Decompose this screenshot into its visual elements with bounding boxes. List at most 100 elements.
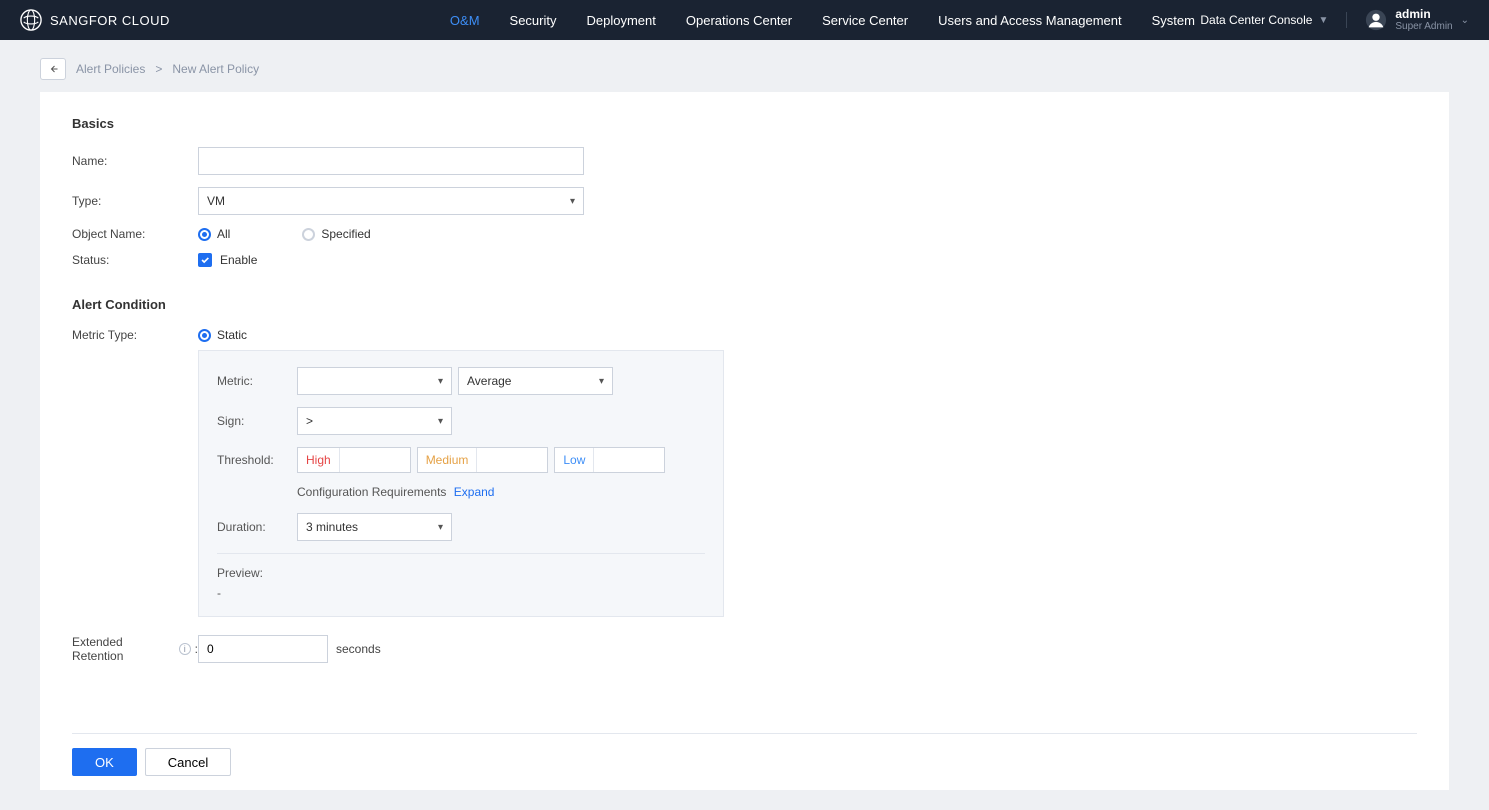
label-object-name: Object Name:	[72, 227, 198, 241]
topbar-right: Data Center Console ▼ admin Super Admin …	[1200, 8, 1469, 32]
topbar: SANGFOR CLOUD O&M Security Deployment Op…	[0, 0, 1489, 40]
row-metric: Metric: ▾ Average ▾	[217, 367, 705, 395]
duration-select-value: 3 minutes	[306, 520, 358, 534]
brand-icon	[20, 9, 42, 31]
nav-item-operations-center[interactable]: Operations Center	[686, 13, 792, 28]
condition-panel: Metric: ▾ Average ▾ Sign:	[198, 350, 724, 617]
expand-link[interactable]: Expand	[454, 485, 495, 499]
threshold-low-label: Low	[555, 448, 594, 472]
console-label: Data Center Console	[1200, 13, 1312, 27]
row-threshold: Threshold: High Medium Low	[217, 447, 705, 473]
label-type: Type:	[72, 194, 198, 208]
radio-specified-label: Specified	[321, 227, 370, 241]
type-select[interactable]: VM ▾	[198, 187, 584, 215]
object-name-radio-group: All Specified	[198, 227, 371, 241]
row-object-name: Object Name: All Specified	[72, 227, 1417, 241]
extended-retention-input[interactable]	[198, 635, 328, 663]
threshold-medium-input[interactable]	[477, 448, 547, 472]
nav-item-security[interactable]: Security	[510, 13, 557, 28]
breadcrumb: Alert Policies > New Alert Policy	[0, 40, 1489, 92]
label-metric: Metric:	[217, 374, 297, 388]
radio-icon	[302, 228, 315, 241]
avatar-icon	[1365, 9, 1387, 31]
section-basics-title: Basics	[72, 116, 1417, 131]
nav-item-om[interactable]: O&M	[450, 13, 480, 28]
label-name: Name:	[72, 154, 198, 168]
threshold-medium: Medium	[417, 447, 549, 473]
main-card: Basics Name: Type: VM ▾ Object Name: All…	[40, 92, 1449, 790]
back-button[interactable]	[40, 58, 66, 80]
config-req-text: Configuration Requirements	[297, 485, 446, 499]
status-checkbox-wrap[interactable]: Enable	[198, 253, 257, 267]
label-threshold: Threshold:	[217, 453, 297, 467]
threshold-high-input[interactable]	[340, 448, 410, 472]
nav-item-deployment[interactable]: Deployment	[587, 13, 656, 28]
radio-icon	[198, 228, 211, 241]
nav-item-users-access[interactable]: Users and Access Management	[938, 13, 1122, 28]
radio-static-label: Static	[217, 328, 247, 342]
label-extended-retention: Extended Retention i :	[72, 635, 198, 663]
row-metric-type: Metric Type: Static Metric: ▾ Average	[72, 328, 1417, 617]
console-selector[interactable]: Data Center Console ▼	[1200, 13, 1328, 27]
ok-button[interactable]: OK	[72, 748, 137, 776]
label-duration: Duration:	[217, 520, 297, 534]
threshold-low-input[interactable]	[594, 448, 664, 472]
arrow-left-icon	[47, 63, 59, 75]
brand-text: SANGFOR CLOUD	[50, 13, 170, 28]
sign-select[interactable]: > ▾	[297, 407, 452, 435]
user-role: Super Admin	[1395, 21, 1452, 32]
config-requirements: Configuration Requirements Expand	[297, 485, 705, 499]
section-condition-title: Alert Condition	[72, 297, 1417, 312]
preview-value: -	[217, 586, 705, 600]
brand-logo: SANGFOR CLOUD	[20, 9, 170, 31]
row-type: Type: VM ▾	[72, 187, 1417, 215]
threshold-high-label: High	[298, 448, 340, 472]
label-metric-type: Metric Type:	[72, 328, 198, 342]
radio-icon	[198, 329, 211, 342]
row-extended-retention: Extended Retention i : seconds	[72, 635, 1417, 663]
chevron-down-icon: ⌄	[1461, 15, 1469, 26]
threshold-high: High	[297, 447, 411, 473]
chevron-down-icon: ▾	[438, 416, 443, 427]
footer: OK Cancel	[72, 733, 1417, 790]
duration-select[interactable]: 3 minutes ▾	[297, 513, 452, 541]
user-text: admin Super Admin	[1395, 8, 1452, 32]
separator	[1346, 12, 1347, 28]
radio-static[interactable]: Static	[198, 328, 724, 342]
user-menu[interactable]: admin Super Admin ⌄	[1365, 8, 1469, 32]
chevron-down-icon: ▼	[1318, 15, 1328, 26]
row-duration: Duration: 3 minutes ▾	[217, 513, 705, 541]
radio-all-label: All	[217, 227, 230, 241]
aggregation-select[interactable]: Average ▾	[458, 367, 613, 395]
divider	[217, 553, 705, 554]
type-select-value: VM	[207, 194, 225, 208]
chevron-down-icon: ▾	[438, 376, 443, 387]
row-status: Status: Enable	[72, 253, 1417, 267]
nav-item-system[interactable]: System	[1152, 13, 1195, 28]
radio-specified[interactable]: Specified	[302, 227, 370, 241]
label-preview: Preview:	[217, 566, 705, 580]
row-name: Name:	[72, 147, 1417, 175]
breadcrumb-sep: >	[155, 62, 162, 76]
agg-select-value: Average	[467, 374, 511, 388]
breadcrumb-parent[interactable]: Alert Policies	[76, 62, 145, 76]
threshold-low: Low	[554, 447, 665, 473]
metric-select[interactable]: ▾	[297, 367, 452, 395]
label-status: Status:	[72, 253, 198, 267]
nav-menu: O&M Security Deployment Operations Cente…	[450, 13, 1195, 28]
breadcrumb-current: New Alert Policy	[172, 62, 259, 76]
nav-item-service-center[interactable]: Service Center	[822, 13, 908, 28]
radio-all[interactable]: All	[198, 227, 230, 241]
checkbox-icon	[198, 253, 212, 267]
label-sign: Sign:	[217, 414, 297, 428]
sign-select-value: >	[306, 414, 313, 428]
chevron-down-icon: ▾	[599, 376, 604, 387]
row-sign: Sign: > ▾	[217, 407, 705, 435]
info-icon[interactable]: i	[179, 643, 191, 655]
unit-seconds: seconds	[336, 642, 381, 656]
cancel-button[interactable]: Cancel	[145, 748, 231, 776]
name-input[interactable]	[198, 147, 584, 175]
threshold-medium-label: Medium	[418, 448, 478, 472]
user-name: admin	[1395, 8, 1452, 21]
chevron-down-icon: ▾	[438, 522, 443, 533]
